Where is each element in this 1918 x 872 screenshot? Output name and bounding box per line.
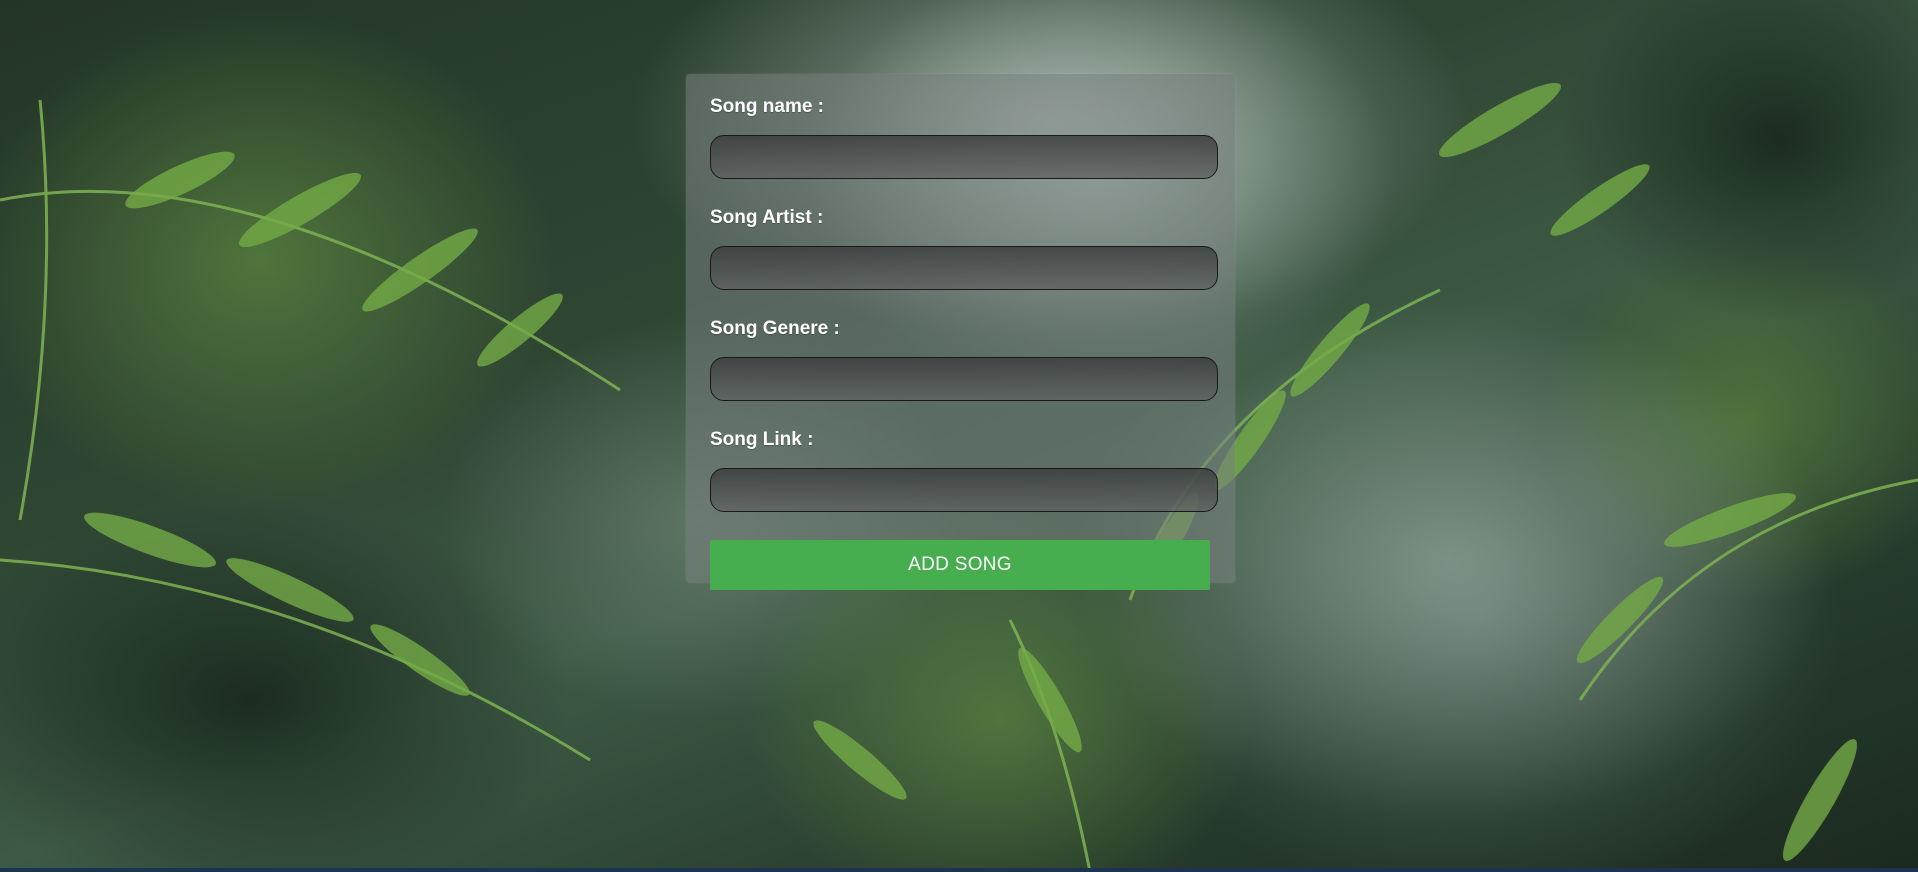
song-name-label: Song name : — [710, 96, 825, 117]
song-genre-label: Song Genere : — [710, 318, 840, 339]
add-song-form: Song name : Song Artist : Song Genere : … — [686, 74, 1235, 590]
song-link-input[interactable] — [710, 468, 1218, 512]
song-link-label: Song Link : — [710, 429, 814, 450]
song-genre-input[interactable] — [710, 357, 1218, 401]
bottom-edge-strip — [0, 868, 1918, 872]
song-artist-input[interactable] — [710, 246, 1218, 290]
song-name-input[interactable] — [710, 135, 1218, 179]
add-song-button[interactable]: ADD SONG — [710, 540, 1210, 590]
song-artist-label: Song Artist : — [710, 207, 824, 228]
